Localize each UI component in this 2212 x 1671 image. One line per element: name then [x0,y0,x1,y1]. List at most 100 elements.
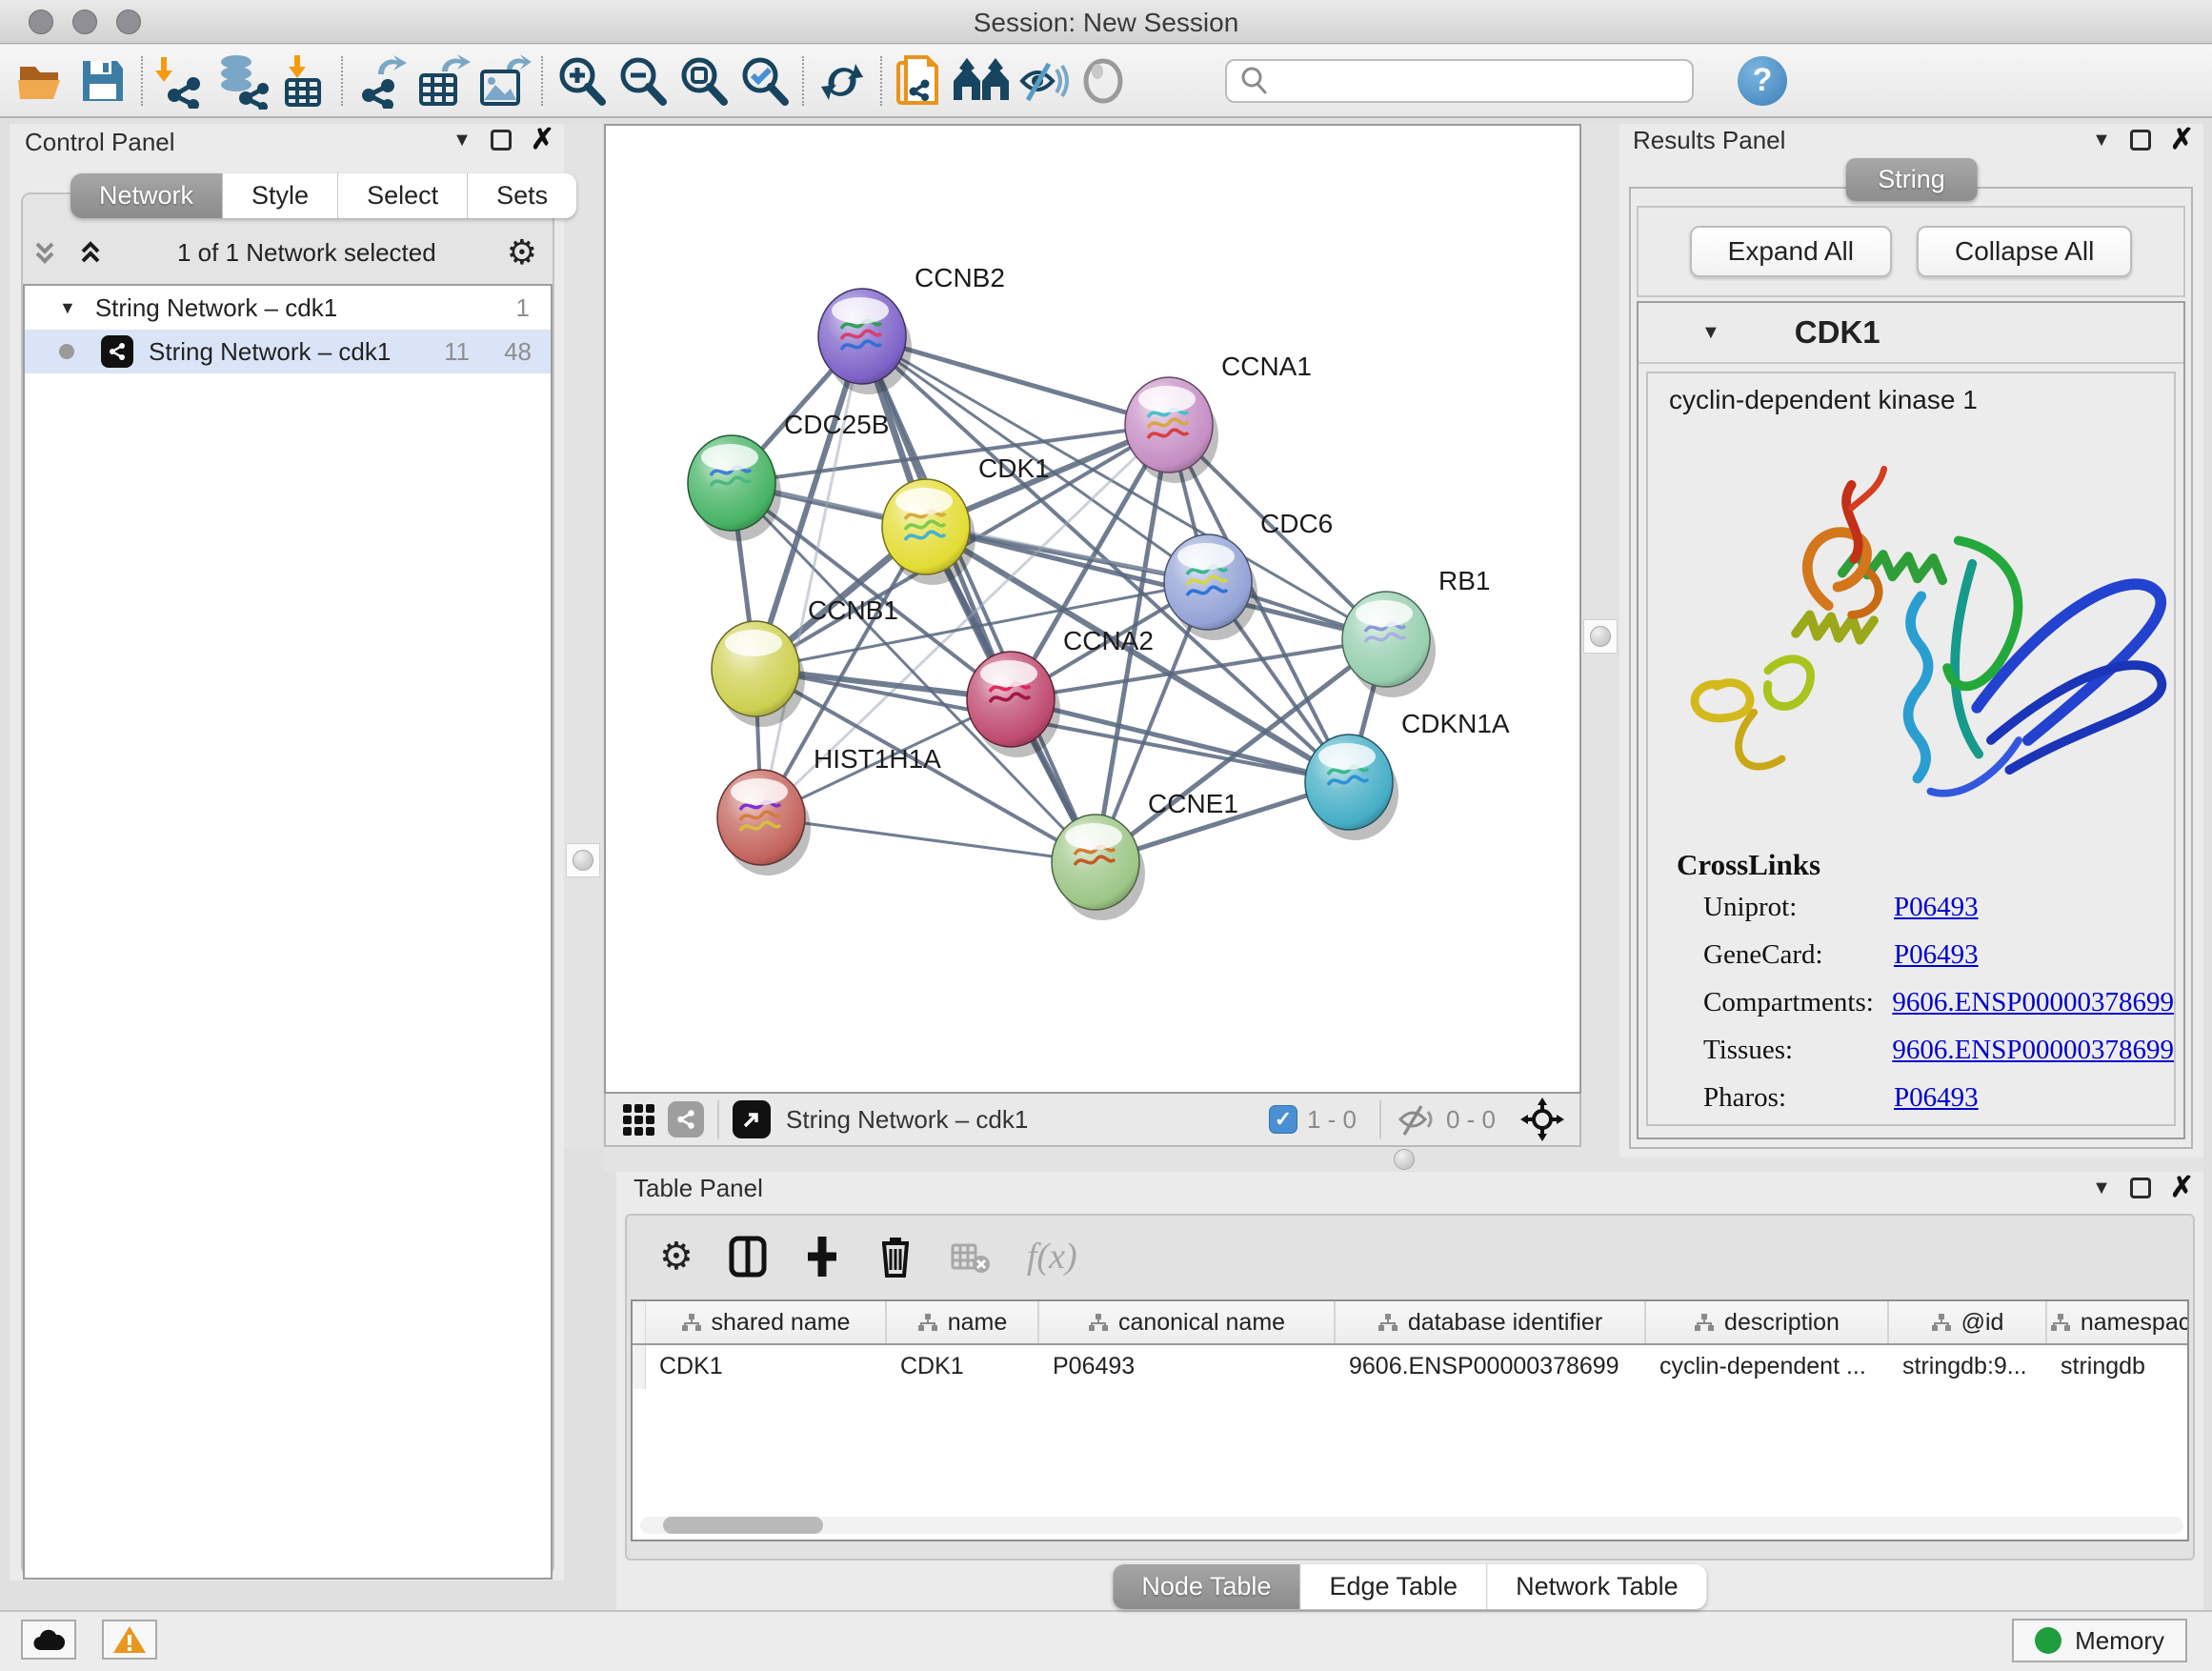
tab-network[interactable]: Network [70,173,223,218]
network-node-CDKN1A[interactable]: CDKN1A [1305,709,1510,840]
table-panel-title: Table Panel [633,1174,763,1203]
control-panel-close-icon[interactable]: ✗ [531,130,554,151]
scrollbar-thumb[interactable] [663,1517,823,1534]
birds-eye-view-icon[interactable] [623,1104,654,1136]
crosslink-link[interactable]: P06493 [1894,939,1979,971]
delete-column-trash-icon[interactable] [876,1234,915,1279]
column-type-icon [1931,1312,1952,1333]
tab-node-table[interactable]: Node Table [1113,1564,1300,1609]
show-columns-icon[interactable] [728,1235,768,1278]
table-cell[interactable]: CDK1 [887,1345,1039,1389]
import-network-file-button[interactable] [151,50,211,111]
control-panel-float-icon[interactable] [491,130,512,151]
table-cell[interactable]: CDK1 [646,1345,887,1389]
column-header-description[interactable]: description [1646,1301,1889,1343]
left-splitter[interactable] [564,124,602,1147]
tab-edge-table[interactable]: Edge Table [1300,1564,1487,1609]
node-label-CCNB1: CCNB1 [808,595,898,625]
hide-unhide-button[interactable] [1012,50,1073,111]
gray-sphere-button[interactable] [1073,50,1134,111]
tab-select[interactable]: Select [338,173,468,218]
table-panel-close-icon[interactable]: ✗ [2170,1178,2194,1198]
collapse-all-button[interactable]: Collapse All [1917,226,2132,277]
network-node-RB1[interactable]: RB1 [1342,566,1490,697]
network-collection-row[interactable]: ▼ String Network – cdk1 1 [25,286,551,330]
table-horizontal-scrollbar[interactable] [640,1517,2183,1534]
table-cell[interactable]: 9606.ENSP00000378699 [1336,1345,1646,1389]
save-session-button[interactable] [72,50,133,111]
table-panel-float-icon[interactable] [2130,1178,2151,1198]
collapse-all-icon[interactable] [29,236,61,269]
column-header-canonical-name[interactable]: canonical name [1039,1301,1336,1343]
network-node-CCNA1[interactable]: CCNA1 [1125,352,1312,483]
table-panel-menu-icon[interactable]: ▼ [2092,1178,2111,1199]
search-input[interactable] [1278,68,1679,94]
open-session-button[interactable] [11,50,72,111]
add-column-icon[interactable] [802,1235,842,1278]
network-node-CCNE1[interactable]: CCNE1 [1052,789,1238,920]
crosslink-link[interactable]: 9606.ENSP00000378699 [1892,987,2174,1018]
import-table-button[interactable] [272,50,333,111]
eye-slash-icon [1015,54,1070,108]
open-in-string-icon[interactable] [733,1100,771,1138]
export-table-button[interactable] [412,50,473,111]
table-cell[interactable]: stringdb:9... [1889,1345,2047,1389]
right-splitter[interactable] [1581,124,1619,1147]
control-panel-menu-icon[interactable]: ▼ [452,130,472,151]
network-row-selected[interactable]: String Network – cdk1 11 48 [25,330,551,373]
zoom-selected-button[interactable] [734,50,794,111]
zoom-out-button[interactable] [612,50,673,111]
column-header--id[interactable]: @id [1889,1301,2047,1343]
gene-collapse-icon[interactable]: ▼ [1701,322,1720,344]
network-canvas[interactable]: CCNB2CCNA1CDC25BCDK1CDC6RB1CCNB1CCNA2CDK… [604,124,1581,1094]
expand-all-icon[interactable] [74,236,107,269]
table-cell[interactable]: stringdb [2047,1345,2189,1389]
fit-content-crosshair-icon[interactable] [1518,1096,1566,1143]
string-view-icon[interactable] [668,1101,704,1137]
table-header-row: shared namenamecanonical namedatabase id… [633,1301,2187,1345]
crosslink-link[interactable]: 9606.ENSP00000378699 [1892,1035,2174,1066]
collection-expand-icon[interactable]: ▼ [59,298,76,318]
column-header-namespace[interactable]: namespace [2047,1301,2189,1343]
gene-header[interactable]: ▼ CDK1 [1639,303,2183,364]
splitter-handle[interactable] [573,850,593,871]
results-panel-close-icon[interactable]: ✗ [2170,130,2194,151]
hidden-eye-icon[interactable] [1395,1100,1437,1138]
string-home-button[interactable] [951,50,1012,111]
warnings-button[interactable] [102,1620,157,1660]
help-button[interactable]: ? [1738,56,1787,106]
network-edge-HIST1H1A-CCNE1[interactable] [761,817,1096,862]
zoom-fit-button[interactable] [673,50,734,111]
memory-button[interactable]: Memory [2012,1619,2187,1662]
network-node-CCNB2[interactable]: CCNB2 [818,263,1005,394]
refresh-layout-button[interactable] [812,50,873,111]
selected-nodes-checkbox[interactable]: ✓ [1269,1105,1297,1134]
tab-network-table[interactable]: Network Table [1487,1564,1707,1609]
column-header-database-identifier[interactable]: database identifier [1336,1301,1646,1343]
import-network-database-button[interactable] [211,50,272,111]
export-network-button[interactable] [351,50,412,111]
node-label-CCNA1: CCNA1 [1221,352,1312,381]
crosslink-link[interactable]: P06493 [1894,892,1979,923]
table-cell[interactable]: cyclin-dependent ... [1646,1345,1889,1389]
splitter-handle[interactable] [1394,1149,1415,1170]
results-panel-float-icon[interactable] [2130,130,2151,151]
string-document-button[interactable] [890,50,951,111]
network-list-options-gear-icon[interactable]: ⚙ [507,232,537,272]
expand-all-button[interactable]: Expand All [1690,226,1892,277]
crosslink-link[interactable]: P06493 [1894,1082,1979,1114]
table-options-gear-icon[interactable]: ⚙ [659,1235,694,1278]
results-panel-menu-icon[interactable]: ▼ [2092,130,2111,151]
table-row[interactable]: CDK1CDK1P064939606.ENSP00000378699cyclin… [633,1345,2187,1389]
export-image-button[interactable] [473,50,533,111]
tab-string[interactable]: String [1845,158,1978,201]
column-header-name[interactable]: name [887,1301,1039,1343]
cloud-status-button[interactable] [21,1620,76,1660]
splitter-handle[interactable] [1590,626,1611,647]
tab-sets[interactable]: Sets [468,173,576,218]
network-node-HIST1H1A[interactable]: HIST1H1A [717,744,941,876]
column-header-shared-name[interactable]: shared name [646,1301,887,1343]
tab-style[interactable]: Style [223,173,338,218]
table-cell[interactable]: P06493 [1039,1345,1336,1389]
zoom-in-button[interactable] [551,50,612,111]
